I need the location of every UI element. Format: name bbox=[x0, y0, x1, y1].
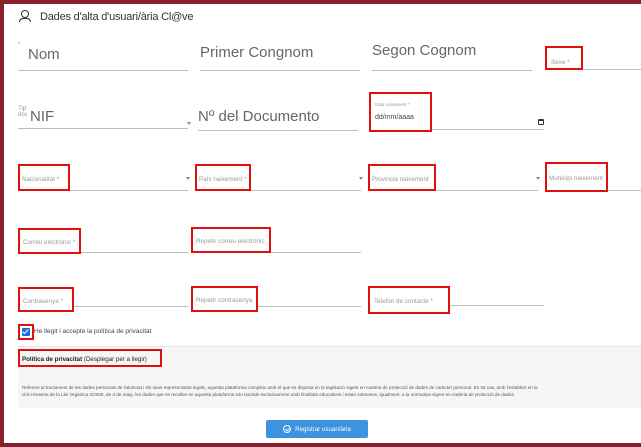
nom-underline bbox=[18, 70, 188, 71]
pais-naixement-chevron-icon[interactable] bbox=[359, 177, 363, 180]
sexe-underline bbox=[583, 69, 641, 70]
policy-title-rest: (Desplegar per a llegir) bbox=[82, 356, 147, 363]
check-circle-icon bbox=[283, 425, 292, 433]
policy-title-bold: Política de privacitat bbox=[22, 356, 83, 363]
terms-checkbox-highlight bbox=[18, 324, 34, 340]
nom-required-marker: * bbox=[18, 42, 21, 48]
terms-label: He llegit i accepte la política de priva… bbox=[34, 328, 152, 335]
repetir-correu-input[interactable]: Repetir correu electrònic bbox=[191, 227, 271, 253]
calendar-icon[interactable] bbox=[538, 119, 544, 125]
register-button[interactable]: Registrar usuari/ària bbox=[266, 420, 368, 438]
telefon-underline bbox=[450, 305, 544, 306]
form-header: Dades d'alta d'usuari/ària Cl@ve bbox=[18, 10, 193, 24]
municipi-naixement-placeholder: Municipi naixement bbox=[549, 175, 603, 182]
policy-text-line2: vint-i-tresena de la Llei Orgànica 2/200… bbox=[22, 392, 516, 397]
municipi-naixement-underline bbox=[608, 190, 641, 191]
nom-placeholder: Nom bbox=[28, 46, 60, 63]
data-naixement-value: dd/mm/aaaa bbox=[375, 114, 414, 121]
num-document-placeholder: Nº del Documento bbox=[198, 108, 320, 125]
correu-underline bbox=[81, 252, 188, 253]
register-button-label: Registrar usuari/ària bbox=[295, 425, 351, 433]
data-naixement-underline bbox=[432, 129, 544, 130]
pais-naixement-underline bbox=[251, 190, 361, 191]
nacionalitat-chevron-icon[interactable] bbox=[186, 177, 190, 180]
doc-type-prefix: Tip doc bbox=[18, 106, 28, 118]
policy-text: Referent al tractament de les dades pers… bbox=[22, 384, 638, 398]
repetir-contrasenya-placeholder: Repetir contrasenya bbox=[196, 297, 253, 304]
sexe-placeholder: Sexe * bbox=[551, 59, 570, 66]
sexe-select[interactable]: Sexe * bbox=[545, 46, 583, 70]
doc-type-underline bbox=[18, 128, 188, 129]
primer-cognom-underline bbox=[200, 70, 360, 71]
provincia-naixement-underline bbox=[436, 190, 538, 191]
policy-text-line1: Referent al tractament de les dades pers… bbox=[22, 385, 538, 390]
repetir-contrasenya-input[interactable]: Repetir contrasenya bbox=[191, 286, 258, 312]
primer-cognom-field[interactable]: Primer Congnom bbox=[200, 44, 313, 62]
segon-cognom-underline bbox=[372, 70, 532, 71]
segon-cognom-placeholder: Segon Cognom bbox=[372, 42, 477, 59]
provincia-naixement-select[interactable]: Provincia naixement bbox=[368, 164, 436, 191]
primer-cognom-placeholder: Primer Congnom bbox=[200, 44, 314, 61]
nacionalitat-underline bbox=[70, 190, 188, 191]
pais-naixement-select[interactable]: País naixement * bbox=[195, 164, 251, 191]
contrasenya-placeholder: Contrasenya * bbox=[23, 298, 63, 305]
num-document-field[interactable]: Nº del Documento bbox=[198, 108, 319, 126]
repetir-correu-underline bbox=[271, 252, 361, 253]
segon-cognom-field[interactable]: Segon Cognom bbox=[372, 42, 476, 60]
nif-value: NIF bbox=[30, 108, 55, 125]
repetir-contrasenya-underline bbox=[258, 306, 361, 307]
telefon-input[interactable]: Telefon de contacte * bbox=[368, 286, 450, 314]
municipi-naixement-select[interactable]: Municipi naixement bbox=[545, 162, 608, 192]
contrasenya-input[interactable]: Contrasenya * bbox=[18, 287, 74, 312]
user-icon bbox=[18, 10, 31, 24]
provincia-naixement-placeholder: Provincia naixement bbox=[372, 176, 429, 183]
correu-placeholder: Correu electrònic * bbox=[23, 239, 76, 246]
policy-title[interactable]: Política de privacitat (Desplegar per a … bbox=[22, 356, 147, 363]
provincia-naixement-chevron-icon[interactable] bbox=[536, 177, 540, 180]
correu-input[interactable]: Correu electrònic * bbox=[18, 228, 81, 254]
num-document-underline bbox=[198, 130, 358, 131]
telefon-placeholder: Telefon de contacte * bbox=[374, 298, 433, 305]
nacionalitat-placeholder: Nacionalitat * bbox=[22, 176, 60, 183]
data-naixement-label: Data naixement * bbox=[375, 102, 410, 107]
pais-naixement-placeholder: País naixement * bbox=[199, 176, 247, 183]
repetir-correu-placeholder: Repetir correu electrònic bbox=[196, 238, 265, 245]
data-naixement-input[interactable]: Data naixement * dd/mm/aaaa bbox=[369, 92, 432, 132]
page-title: Dades d'alta d'usuari/ària Cl@ve bbox=[40, 11, 194, 23]
contrasenya-underline bbox=[74, 306, 188, 307]
nacionalitat-select[interactable]: Nacionalitat * bbox=[18, 164, 70, 191]
doc-type-chevron-icon[interactable] bbox=[187, 122, 191, 125]
